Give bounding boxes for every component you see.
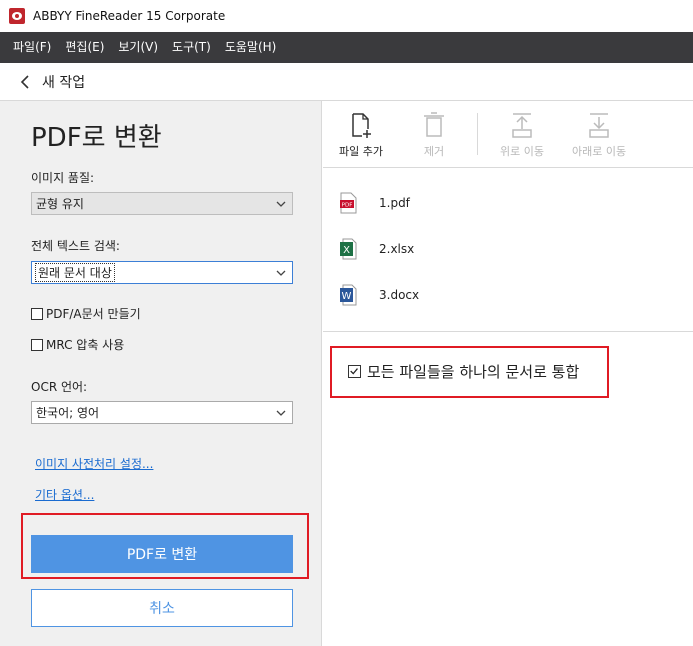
file-name: 1.pdf [379, 196, 410, 210]
move-up-label: 위로 이동 [500, 145, 544, 158]
move-up-icon [512, 113, 532, 138]
move-down-icon [589, 113, 609, 138]
list-item[interactable]: W 3.docx [340, 284, 419, 306]
remove-button[interactable]: 제거 [421, 111, 447, 159]
move-down-label: 아래로 이동 [572, 145, 627, 158]
chevron-down-icon [276, 410, 286, 416]
pdfa-checkbox-label: PDF/A문서 만들기 [46, 307, 141, 321]
menu-file[interactable]: 파일(F) [6, 32, 58, 63]
add-file-icon [352, 113, 371, 138]
pdf-file-icon: PDF [340, 192, 357, 214]
fulltext-search-value: 원래 문서 대상 [35, 263, 115, 282]
svg-text:W: W [342, 291, 352, 302]
menu-edit[interactable]: 편집(E) [58, 32, 111, 63]
cancel-button[interactable]: 취소 [31, 589, 293, 627]
word-file-icon: W [340, 284, 357, 306]
menu-tools[interactable]: 도구(T) [165, 32, 218, 63]
highlight-box [330, 346, 609, 398]
back-label: 새 작업 [42, 74, 86, 91]
svg-text:X: X [343, 245, 350, 256]
svg-text:PDF: PDF [342, 203, 353, 209]
move-down-button[interactable]: 아래로 이동 [572, 111, 626, 159]
mrc-checkbox[interactable]: MRC 압축 사용 [31, 336, 124, 353]
navigation-bar: 새 작업 [0, 63, 693, 101]
image-quality-label: 이미지 품질: [31, 171, 95, 185]
other-options-link[interactable]: 기타 옵션... [35, 486, 94, 503]
toolbar-separator [477, 113, 478, 155]
remove-label: 제거 [423, 145, 445, 158]
ocr-language-value: 한국어; 영어 [36, 406, 100, 420]
fulltext-search-label: 전체 텍스트 검색: [31, 239, 120, 253]
menu-help[interactable]: 도움말(H) [218, 32, 284, 63]
pdfa-checkbox[interactable]: PDF/A문서 만들기 [31, 305, 141, 322]
highlight-box [21, 513, 309, 579]
menu-view[interactable]: 보기(V) [111, 32, 165, 63]
excel-file-icon: X [340, 238, 357, 260]
image-quality-select[interactable]: 균형 유지 [31, 192, 293, 215]
add-file-label: 파일 추가 [339, 145, 383, 158]
file-toolbar: 파일 추가 제거 위로 이동 아래로 이동 [323, 101, 693, 168]
file-list: PDF 1.pdf X 2.xlsx W 3.docx [323, 168, 693, 332]
add-file-button[interactable]: 파일 추가 [339, 111, 383, 159]
file-name: 2.xlsx [379, 242, 415, 256]
ocr-language-label: OCR 언어: [31, 380, 88, 394]
list-item[interactable]: X 2.xlsx [340, 238, 414, 260]
pdfa-checkbox-box[interactable] [31, 307, 43, 320]
window-title: ABBYY FineReader 15 Corporate [33, 9, 226, 23]
mrc-checkbox-label: MRC 압축 사용 [46, 338, 125, 352]
mrc-checkbox-box[interactable] [31, 338, 43, 351]
chevron-down-icon [276, 270, 286, 276]
move-up-button[interactable]: 위로 이동 [500, 111, 544, 159]
ocr-language-select[interactable]: 한국어; 영어 [31, 401, 293, 424]
page-title: PDF로 변환 [31, 123, 162, 153]
title-bar: ABBYY FineReader 15 Corporate [0, 0, 693, 32]
back-button[interactable]: 새 작업 [20, 72, 85, 92]
chevron-down-icon [276, 201, 286, 207]
chevron-left-icon [20, 74, 29, 89]
menu-bar: 파일(F) 편집(E) 보기(V) 도구(T) 도움말(H) [0, 32, 693, 63]
preprocess-settings-link[interactable]: 이미지 사전처리 설정... [35, 455, 153, 472]
image-quality-value: 균형 유지 [36, 197, 84, 211]
fulltext-search-select[interactable]: 원래 문서 대상 [31, 261, 293, 284]
abbyy-logo-icon [9, 8, 25, 24]
list-item[interactable]: PDF 1.pdf [340, 192, 410, 214]
trash-icon [424, 112, 444, 137]
file-name: 3.docx [379, 288, 420, 302]
